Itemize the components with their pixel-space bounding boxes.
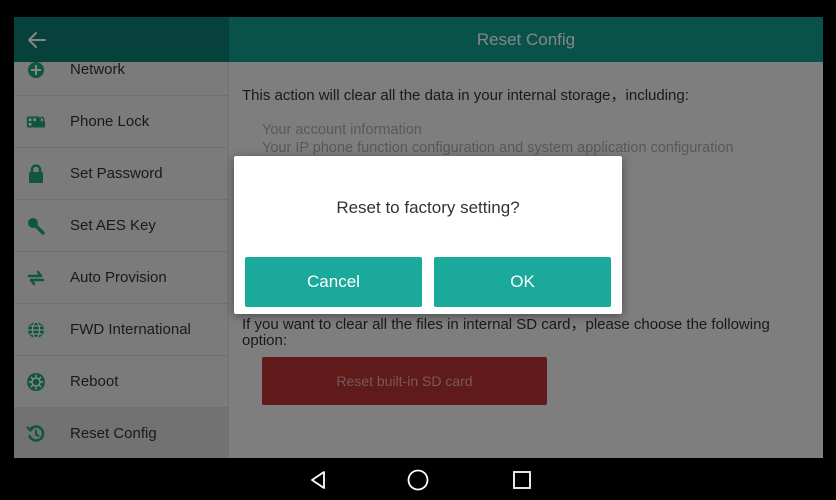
nav-home-button[interactable] (404, 466, 432, 494)
ok-button[interactable]: OK (434, 257, 611, 307)
dialog-message: Reset to factory setting? (336, 198, 520, 217)
home-circle-icon (407, 469, 429, 491)
back-triangle-icon (311, 471, 325, 489)
device-frame: Reset Config Network Phone Lock Set Pass… (0, 0, 836, 500)
nav-back-button[interactable] (304, 466, 332, 494)
confirm-dialog: Reset to factory setting? Cancel OK (234, 156, 622, 314)
cancel-button[interactable]: Cancel (245, 257, 422, 307)
recents-square-icon (513, 471, 531, 489)
nav-recents-button[interactable] (508, 466, 536, 494)
system-nav-bar (0, 458, 836, 500)
